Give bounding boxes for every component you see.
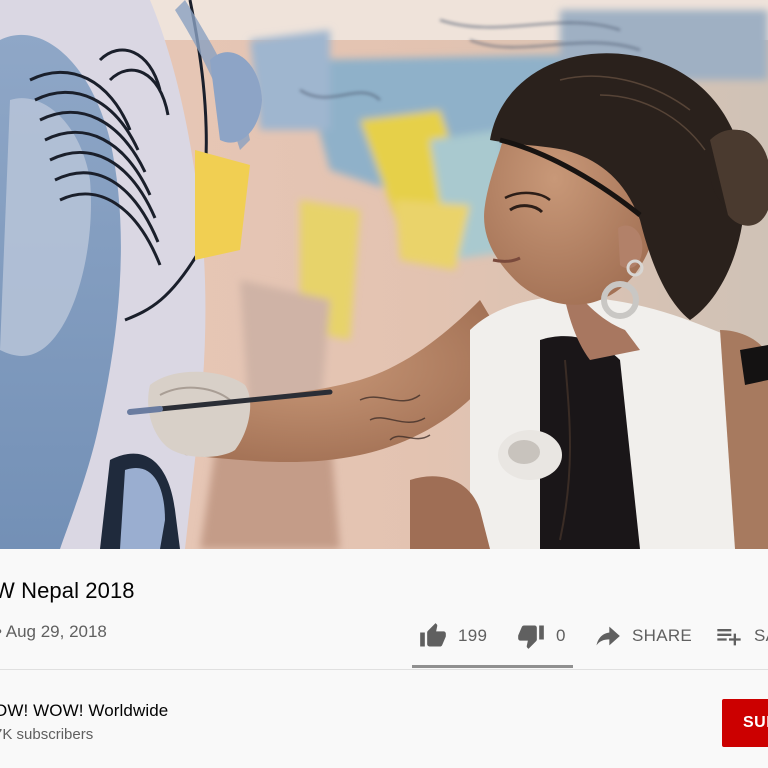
channel-name[interactable]: OW! WOW! Worldwide: [0, 701, 168, 721]
share-label: SHARE: [632, 626, 693, 645]
thumb-down-icon: [518, 625, 544, 649]
video-frame-image: [0, 0, 768, 549]
like-button[interactable]: 199: [418, 615, 487, 657]
save-button[interactable]: SA: [714, 615, 768, 657]
playlist-add-icon: [717, 629, 741, 646]
video-player[interactable]: [0, 0, 768, 549]
like-count: 199: [458, 626, 488, 645]
sentiment-bar: [412, 665, 573, 668]
divider: [0, 669, 768, 670]
share-button[interactable]: SHARE: [592, 615, 692, 657]
dislike-button[interactable]: 0: [516, 615, 566, 657]
subscribe-button[interactable]: SUB: [722, 699, 768, 747]
subscriber-count: 7K subscribers: [0, 726, 94, 743]
thumb-up-icon: [420, 623, 446, 647]
video-title: W Nepal 2018: [0, 578, 135, 603]
video-date: • Aug 29, 2018: [0, 622, 107, 641]
share-arrow-icon: [596, 626, 620, 646]
dislike-count: 0: [556, 626, 566, 645]
save-label: SA: [754, 626, 768, 645]
